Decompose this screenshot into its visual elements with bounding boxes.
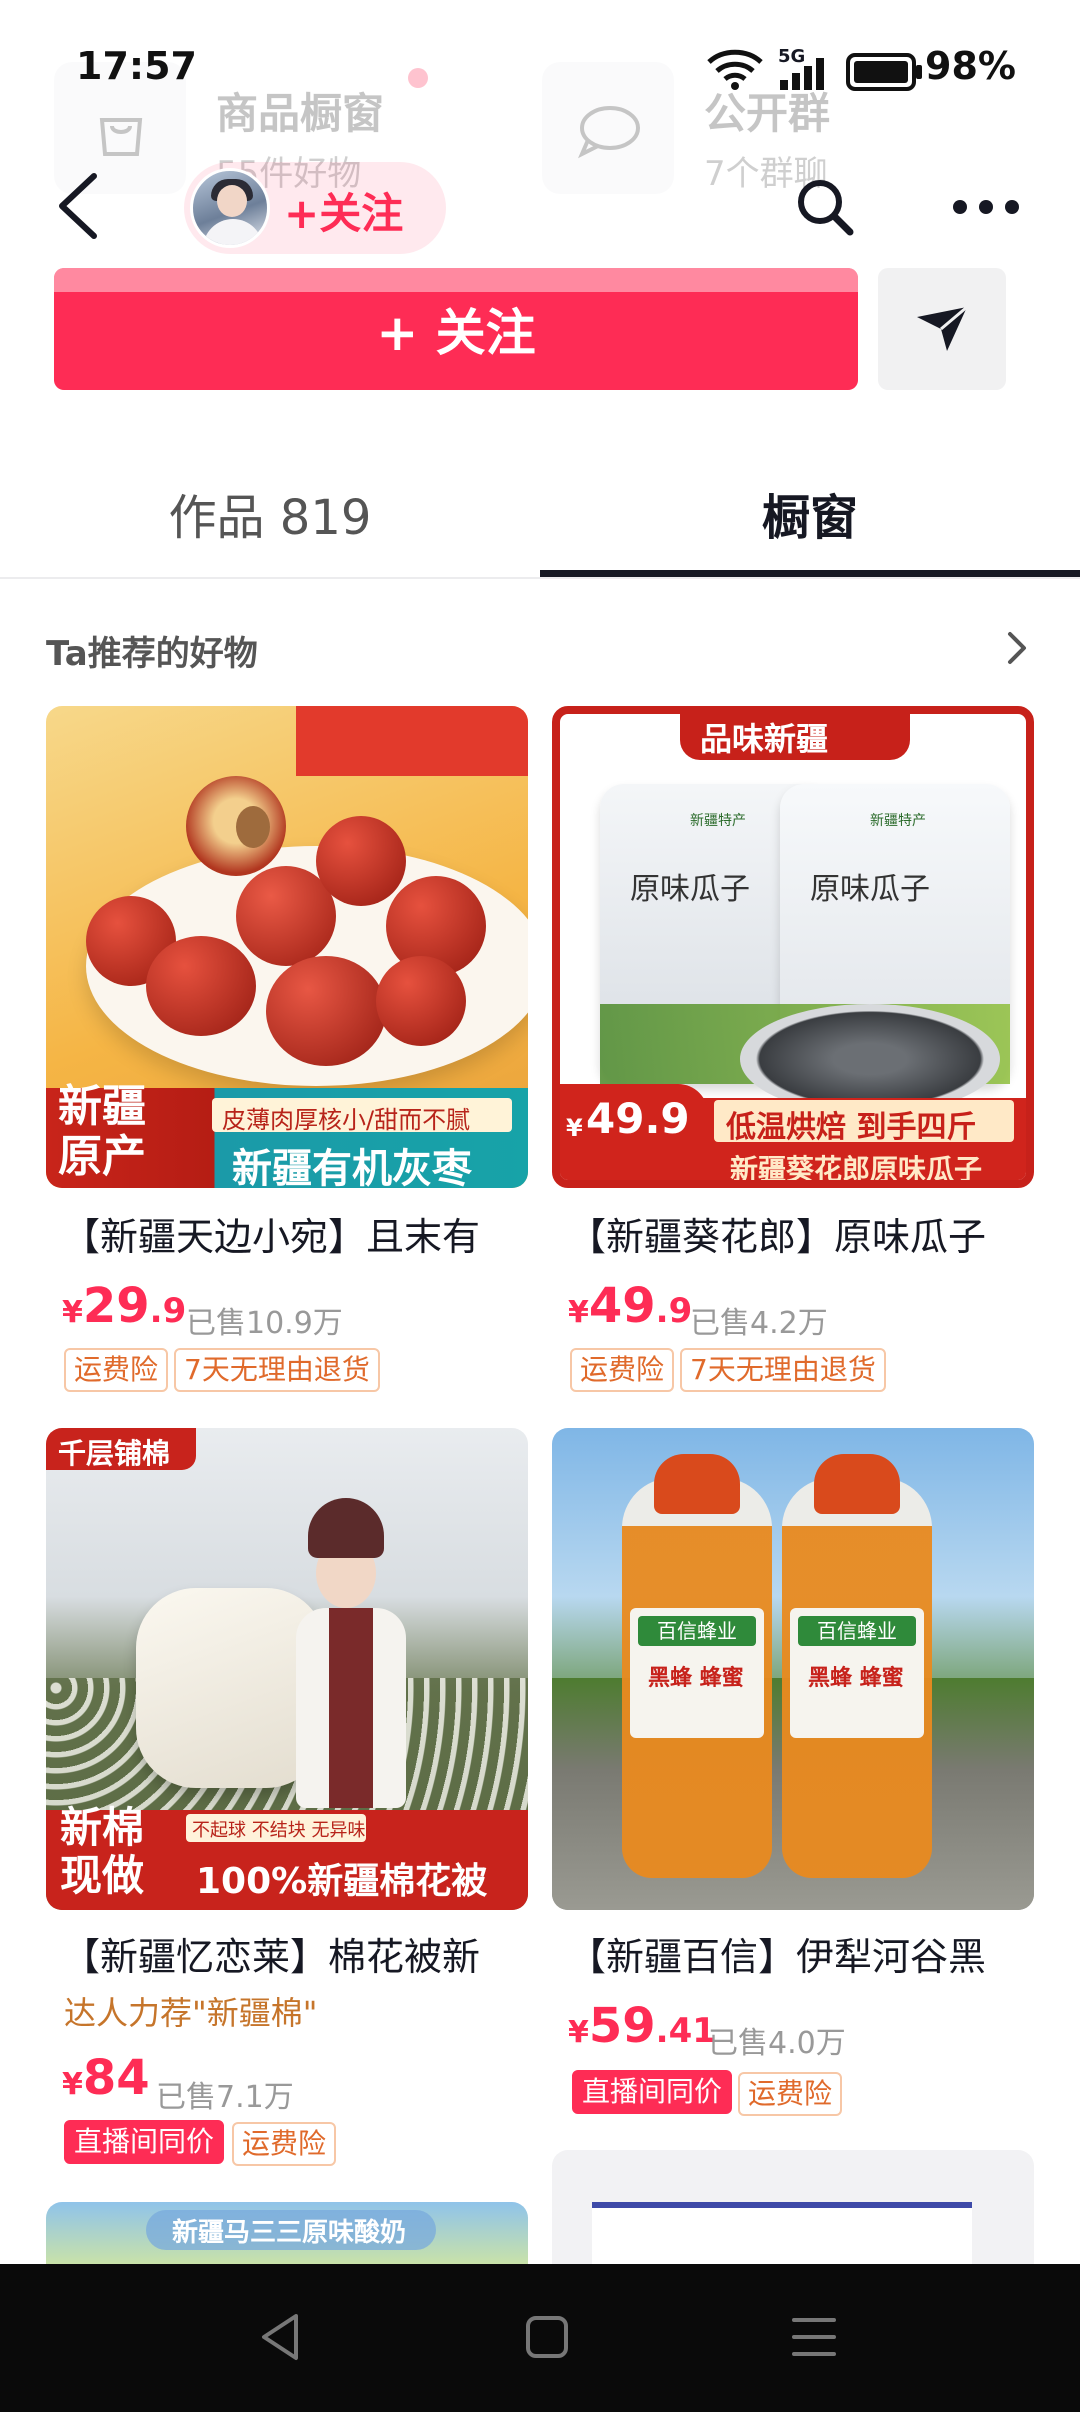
product-sold: 已售10.9万 [186,1306,343,1341]
chat-bubble-icon [578,106,640,159]
wifi-icon [707,49,763,90]
tab-works[interactable]: 作品 819 [0,478,540,548]
jujube-pit [236,806,270,848]
image-top-text: 品味新疆 [700,720,829,758]
product-image[interactable]: 皮薄肉厚核小/甜而不腻 新疆有机灰枣 新疆 原产 [46,706,528,1188]
price-decimal: .9 [149,1291,187,1331]
product-image-peek[interactable] [552,2150,1034,2264]
avatar[interactable] [190,168,270,248]
search-icon[interactable] [794,176,856,238]
product-tag: 运费险 [570,1348,675,1392]
product-image[interactable]: 千层铺棉 不起球 不结块 无异味 100%新疆棉花被 新棉 现做 [46,1428,528,1910]
image-corner-top-text: 千层铺棉 [58,1437,171,1470]
product-price: ¥49.9 [568,1278,692,1334]
tab-divider [0,577,1080,579]
price-currency: ¥ [62,1295,83,1330]
red-packaging [296,706,528,776]
product-tag: 7天无理由退货 [680,1348,886,1392]
price-decimal: .41 [655,2011,716,2051]
model-dress [296,1608,406,1808]
product-title[interactable]: 【新疆忆恋莱】棉花被新 [62,1926,480,1981]
product-tag: 7天无理由退货 [174,1348,380,1392]
box-top [592,2202,972,2264]
image-promo-text: 低温烘焙 到手四斤 [726,1110,977,1145]
follow-button-label: + 关注 [376,304,536,362]
product-image[interactable]: 品味新疆 原味瓜子 原味瓜子 新疆特产 新疆特产 ¥ 49.9 低温烘焙 到手四… [552,706,1034,1188]
product-subtitle: 达人力荐"新疆棉" [64,1994,318,2032]
image-price: 49.9 [586,1094,690,1143]
label-brand: 百信蜂业 [798,1616,916,1646]
chevron-right-icon[interactable] [1006,630,1030,666]
back-arrow-icon[interactable] [54,172,100,240]
image-band-text: 新疆葵花郎原味瓜子 [730,1153,983,1186]
product-tag: 运费险 [738,2072,843,2116]
yogurt-banner-text: 新疆马三三原味酸奶 [172,2218,407,2248]
label-name: 黑蜂 蜂蜜 [648,1666,744,1691]
red-dot [408,68,428,88]
jujube [376,956,466,1046]
bottle-cap [814,1454,900,1514]
battery-percent: 98% [925,44,1016,88]
product-title[interactable]: 【新疆葵花郎】原味瓜子 [568,1206,986,1261]
image-corner-text: 新棉 现做 [60,1803,145,1900]
price-currency: ¥ [568,1295,589,1330]
product-tag: 直播间同价 [64,2120,225,2164]
status-time: 17:57 [76,44,197,88]
shop-window-title: 商品橱窗 [216,89,385,138]
jujube [316,816,406,906]
product-image-peek[interactable]: 新疆马三三原味酸奶 [46,2202,528,2264]
product-image[interactable]: 百信蜂业 百信蜂业 黑蜂 蜂蜜 黑蜂 蜂蜜 [552,1428,1034,1910]
price-integer: 84 [82,2050,150,2106]
label-brand: 百信蜂业 [638,1616,756,1646]
jujube [266,956,386,1066]
product-sold: 已售4.0万 [708,2026,846,2061]
tab-shop-window[interactable]: 橱窗 [540,478,1080,548]
image-price-currency: ¥ [566,1114,583,1142]
battery-icon [846,53,922,91]
screen: 商品橱窗 55件好物 公开群 7个群聊 17:57 5G 98% +关注 + 关… [0,0,1080,2412]
more-icon[interactable] [950,196,1022,218]
bag-brand: 新疆特产 [690,813,746,829]
image-band-text: 100%新疆棉花被 [196,1861,488,1902]
signal-icon [780,58,824,90]
image-band-text: 新疆有机灰枣 [232,1146,472,1188]
product-price: ¥59.41 [568,1998,716,2054]
paper-plane-icon [917,305,968,351]
bag-label: 原味瓜子 [630,872,750,907]
nav-follow-label[interactable]: +关注 [284,180,403,241]
product-title[interactable]: 【新疆天边小宛】且末有 [62,1206,480,1261]
follow-button[interactable]: + 关注 [54,268,858,390]
product-tag: 直播间同价 [572,2070,733,2114]
label-name: 黑蜂 蜂蜜 [808,1666,904,1691]
nav-back-icon[interactable] [258,2312,302,2362]
price-decimal: .9 [655,1291,693,1331]
price-currency: ¥ [62,2067,83,2102]
image-band-top-text: 皮薄肉厚核小/甜而不腻 [222,1106,471,1134]
bottle-cap [654,1454,740,1514]
image-corner-text: 新疆 原产 [58,1081,146,1182]
product-title[interactable]: 【新疆百信】伊犁河谷黑 [568,1926,986,1981]
price-integer: 59 [588,1998,656,2054]
send-message-button[interactable] [878,268,1006,390]
product-tag: 运费险 [232,2122,337,2166]
product-sold: 已售4.2万 [690,1306,828,1341]
product-price: ¥84 [62,2050,150,2106]
nav-home-icon[interactable] [524,2314,570,2360]
bag-brand: 新疆特产 [870,813,926,829]
price-currency: ¥ [568,2015,589,2050]
shopping-bag-icon [99,118,143,156]
section-title: Ta推荐的好物 [46,634,258,674]
price-integer: 29 [82,1278,150,1334]
tab-active-indicator [540,570,1080,577]
product-sold: 已售7.1万 [156,2080,294,2115]
image-band-top-text: 不起球 不结块 无异味 [192,1820,366,1841]
price-integer: 49 [588,1278,656,1334]
nav-menu-icon[interactable] [790,2314,838,2360]
product-tag: 运费险 [64,1348,169,1392]
jujube [146,936,256,1036]
bag-label: 原味瓜子 [810,872,930,907]
model-hat [308,1498,384,1558]
product-price: ¥29.9 [62,1278,186,1334]
